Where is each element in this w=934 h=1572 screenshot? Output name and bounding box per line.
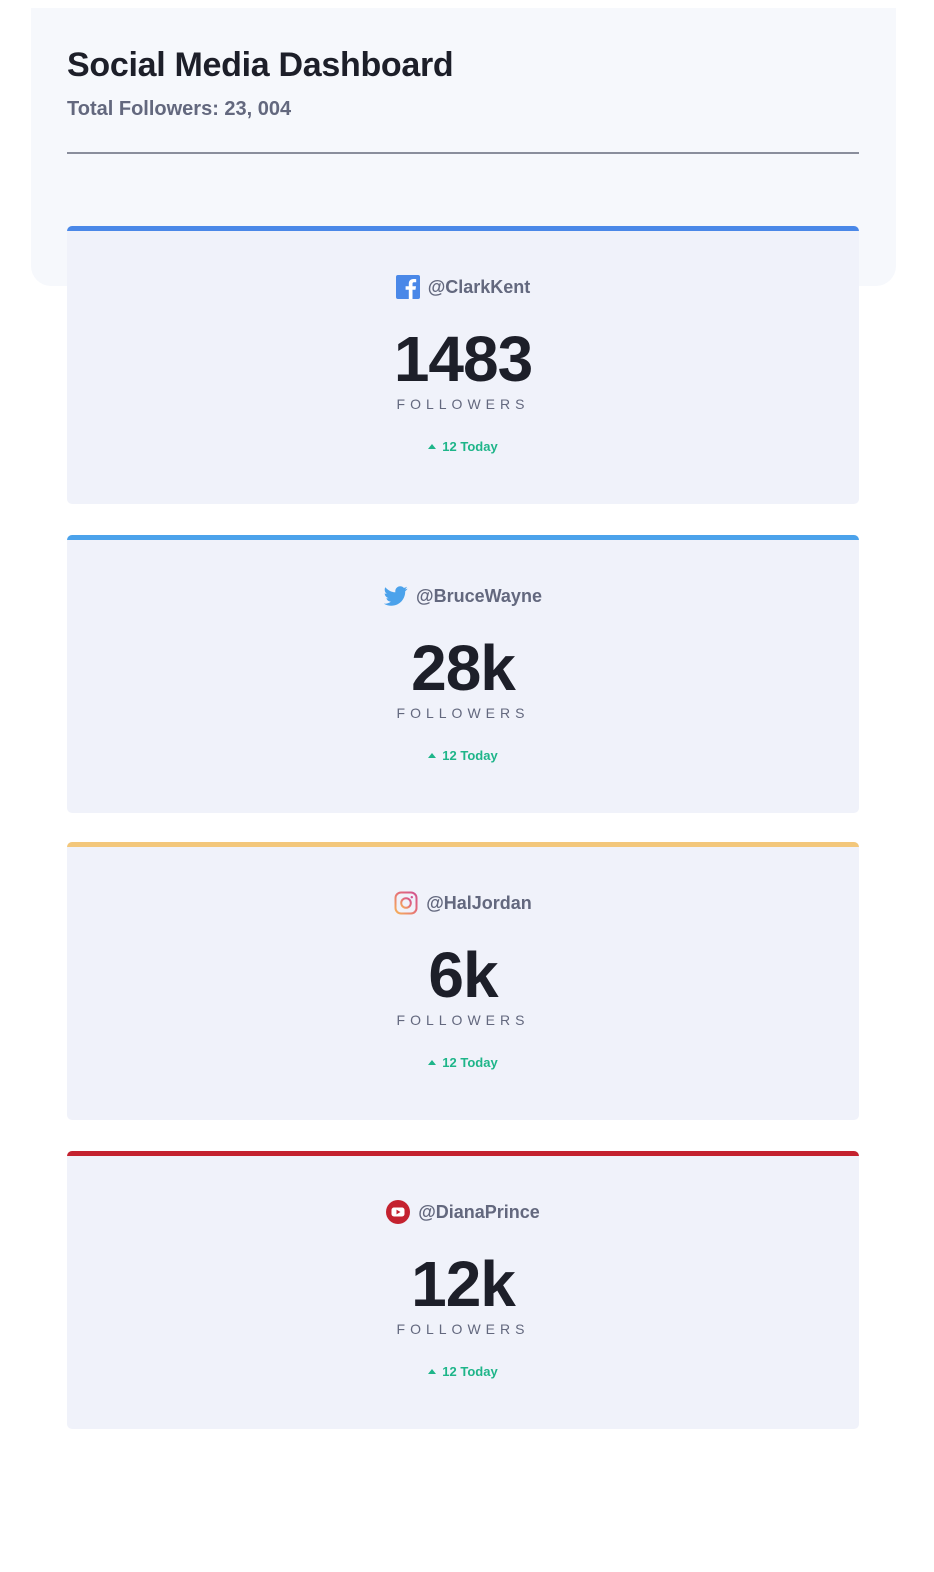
twitter-icon [384,584,408,608]
total-followers: Total Followers: 23, 004 [67,98,292,120]
card-handle-row: @BruceWayne [67,584,859,608]
card-handle-row: @HalJordan [67,891,859,915]
followers-label: FOLLOWERS [396,1321,530,1337]
today-change-text: 12 Today [442,439,498,454]
followers-label: FOLLOWERS [396,396,530,412]
up-arrow-icon [428,753,437,758]
up-arrow-icon [428,1060,437,1065]
youtube-card[interactable]: @DianaPrince 12k FOLLOWERS 12 Today [67,1151,859,1429]
today-change-text: 12 Today [442,748,498,763]
today-change: 12 Today [67,1055,859,1070]
card-accent-bar [67,842,859,847]
instagram-icon [394,891,418,915]
card-handle-row: @ClarkKent [67,275,859,299]
today-change: 12 Today [67,748,859,763]
follower-count: 1483 [393,323,533,395]
facebook-card[interactable]: @ClarkKent 1483 FOLLOWERS 12 Today [67,226,859,504]
page-title: Social Media Dashboard [67,46,454,84]
youtube-icon [386,1200,411,1224]
twitter-card[interactable]: @BruceWayne 28k FOLLOWERS 12 Today [67,535,859,813]
follower-count: 28k [411,632,516,704]
header-divider [67,152,859,154]
card-handle-row: @DianaPrince [67,1200,859,1224]
today-change: 12 Today [67,1364,859,1379]
today-change-text: 12 Today [442,1055,498,1070]
card-handle[interactable]: @HalJordan [426,893,532,914]
facebook-icon [395,275,420,299]
today-change-text: 12 Today [442,1364,498,1379]
card-handle[interactable]: @DianaPrince [418,1202,540,1223]
card-handle[interactable]: @ClarkKent [428,277,531,298]
card-accent-bar [67,1151,859,1156]
card-accent-bar [67,226,859,231]
followers-label: FOLLOWERS [396,1012,530,1028]
up-arrow-icon [428,444,437,449]
card-accent-bar [67,535,859,540]
instagram-card[interactable]: @HalJordan 6k FOLLOWERS 12 Today [67,842,859,1120]
up-arrow-icon [428,1369,437,1374]
today-change: 12 Today [67,439,859,454]
follower-count: 12k [411,1248,516,1320]
followers-label: FOLLOWERS [396,705,530,721]
follower-count: 6k [428,939,498,1011]
card-handle[interactable]: @BruceWayne [416,586,542,607]
